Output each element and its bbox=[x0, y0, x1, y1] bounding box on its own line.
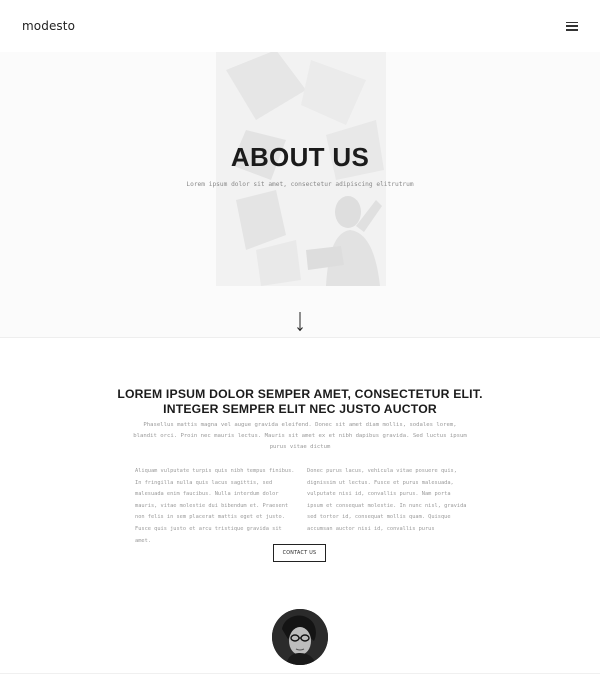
menu-bar-middle bbox=[566, 25, 578, 27]
page: ABOUT US Lorem ipsum dolor sit amet, con… bbox=[0, 0, 600, 675]
contact-us-button[interactable]: CONTACT US bbox=[273, 544, 326, 562]
logo[interactable]: modesto bbox=[22, 19, 75, 33]
text-column-left: Aliquam vulputate turpis quis nibh tempu… bbox=[135, 468, 295, 544]
hamburger-menu-icon[interactable] bbox=[566, 21, 578, 31]
menu-bar-top bbox=[566, 21, 578, 23]
site-header: modesto bbox=[0, 0, 600, 52]
section-heading-line2: INTEGER SEMPER ELIT NEC JUSTO AUCTOR bbox=[163, 401, 437, 416]
avatar-portrait bbox=[272, 609, 328, 665]
arrow-down-icon[interactable] bbox=[296, 312, 304, 332]
avatar bbox=[272, 609, 328, 665]
section-heading: LOREM IPSUM DOLOR SEMPER AMET, CONSECTET… bbox=[0, 387, 600, 416]
page-title: ABOUT US bbox=[230, 142, 370, 172]
intro-paragraph: Phasellus mattis magna vel augue gravida… bbox=[133, 422, 467, 450]
hero-subtitle: Lorem ipsum dolor sit amet, consectetur … bbox=[186, 181, 414, 188]
text-column-right: Donec purus lacus, vehicula vitae posuer… bbox=[307, 468, 467, 532]
section-divider bbox=[0, 673, 600, 674]
section-heading-line1: LOREM IPSUM DOLOR SEMPER AMET, CONSECTET… bbox=[117, 387, 483, 401]
menu-bar-bottom bbox=[566, 29, 578, 31]
